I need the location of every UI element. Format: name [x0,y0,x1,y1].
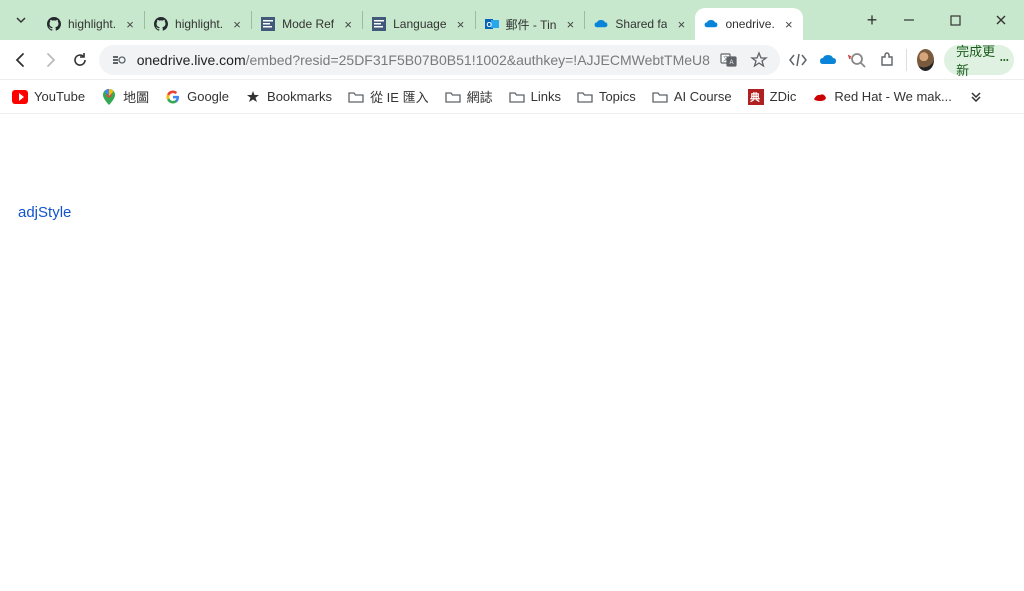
reload-button[interactable] [69,46,91,74]
bookmark-item[interactable]: 網誌 [445,87,493,106]
bookmark-icon [509,89,525,105]
close-window-button[interactable] [978,0,1024,40]
bookmarks-overflow-icon[interactable] [968,92,984,102]
tab-favicon [46,16,62,32]
back-button[interactable] [10,46,32,74]
tab-title: onedrive. [725,17,774,31]
address-bar[interactable]: onedrive.live.com/embed?resid=25DF31F5B0… [99,45,780,75]
minimize-button[interactable] [886,0,932,40]
tab-close-icon[interactable]: × [562,16,578,32]
bookmark-item[interactable]: Bookmarks [245,89,332,105]
bookmark-icon: 典 [748,89,764,105]
tab-title: highlight. [68,17,116,31]
bookmark-label: Red Hat - We mak... [834,89,952,104]
tab-search-dropdown[interactable] [10,9,32,31]
bookmark-item[interactable]: 典 ZDic [748,89,797,105]
tab-strip: highlight. × highlight. × Mode Ref × Language ×… [38,0,852,40]
new-tab-button[interactable]: + [858,6,886,34]
svg-text:文: 文 [723,55,729,63]
bookmark-icon [577,89,593,105]
tab-close-icon[interactable]: × [122,16,138,32]
page-content: adjStyle [0,114,1024,591]
search-extension-icon[interactable] [848,48,868,72]
bookmark-item[interactable]: 地圖 [101,87,149,106]
bookmark-label: YouTube [34,89,85,104]
bookmark-icon [165,89,181,105]
url-domain: onedrive.live.com [137,52,246,68]
tab-favicon: O [484,16,500,32]
tab-close-icon[interactable]: × [673,16,689,32]
tab-favicon [153,16,169,32]
bookmark-label: 從 IE 匯入 [370,87,429,106]
bookmark-item[interactable]: Links [509,89,561,105]
bookmark-label: ZDic [770,89,797,104]
bookmark-label: Google [187,89,229,104]
onedrive-extension-icon[interactable] [818,48,838,72]
forward-button[interactable] [40,46,62,74]
bookmarks-bar: YouTube 地圖 Google Bookmarks 從 IE 匯入 網誌 Links To… [0,80,1024,114]
tab-favicon [593,16,609,32]
svg-text:A: A [729,60,733,66]
tab-title: Shared fa [615,17,667,31]
bookmark-icon [445,89,461,105]
bookmark-label: Links [531,89,561,104]
site-info-icon[interactable] [109,50,129,70]
tab[interactable]: highlight. × [38,8,144,40]
tab-title: 郵件 - Tin [506,16,557,33]
tab-title: highlight. [175,17,223,31]
update-button[interactable]: 完成更新 [944,45,1014,75]
svg-text:典: 典 [750,91,760,104]
tab[interactable]: Language × [363,8,474,40]
tab[interactable]: Mode Ref × [252,8,362,40]
tab[interactable]: O 郵件 - Tin × [476,8,585,40]
tab-favicon [260,16,276,32]
devtools-icon[interactable] [788,48,808,72]
tab-close-icon[interactable]: × [340,16,356,32]
url-path: /embed?resid=25DF31F5B07B0B51!1002&authk… [246,52,710,68]
bookmark-item[interactable]: 從 IE 匯入 [348,87,429,106]
tab[interactable]: highlight. × [145,8,251,40]
toolbar-right: 完成更新 [788,45,1014,75]
titlebar: highlight. × highlight. × Mode Ref × Language ×… [0,0,1024,40]
bookmark-label: 地圖 [123,87,149,106]
tab-title: Mode Ref [282,17,334,31]
bookmark-star-icon[interactable] [748,49,770,71]
tab-title: Language [393,17,446,31]
toolbar: onedrive.live.com/embed?resid=25DF31F5B0… [0,40,1024,80]
maximize-button[interactable] [932,0,978,40]
bookmark-icon [101,89,117,105]
update-label: 完成更新 [956,41,995,79]
separator [906,49,907,71]
bookmark-item[interactable]: Google [165,89,229,105]
bookmark-icon [12,89,28,105]
tab[interactable]: onedrive. × [695,8,802,40]
bookmark-label: Topics [599,89,636,104]
bookmark-item[interactable]: Red Hat - We mak... [812,89,952,105]
content-link[interactable]: adjStyle [18,204,71,221]
tab-close-icon[interactable]: × [453,16,469,32]
bookmark-icon [348,89,364,105]
translate-icon[interactable]: 文A [718,49,740,71]
bookmark-label: Bookmarks [267,89,332,104]
browser-window: highlight. × highlight. × Mode Ref × Language ×… [0,0,1024,591]
tab-close-icon[interactable]: × [229,16,245,32]
svg-text:O: O [486,22,492,29]
tab-close-icon[interactable]: × [781,16,797,32]
bookmark-item[interactable]: YouTube [12,89,85,105]
tab[interactable]: Shared fa × [585,8,695,40]
profile-avatar[interactable] [917,49,934,71]
bookmark-icon [245,89,261,105]
bookmark-label: 網誌 [467,87,493,106]
tab-favicon [703,16,719,32]
youtube-icon [12,90,28,104]
bookmark-item[interactable]: AI Course [652,89,732,105]
bookmark-icon [652,89,668,105]
bookmark-icon [812,89,828,105]
url-text: onedrive.live.com/embed?resid=25DF31F5B0… [137,52,710,68]
window-controls [886,0,1024,40]
bookmark-item[interactable]: Topics [577,89,636,105]
extensions-icon[interactable] [878,48,896,72]
tab-favicon [371,16,387,32]
bookmark-label: AI Course [674,89,732,104]
